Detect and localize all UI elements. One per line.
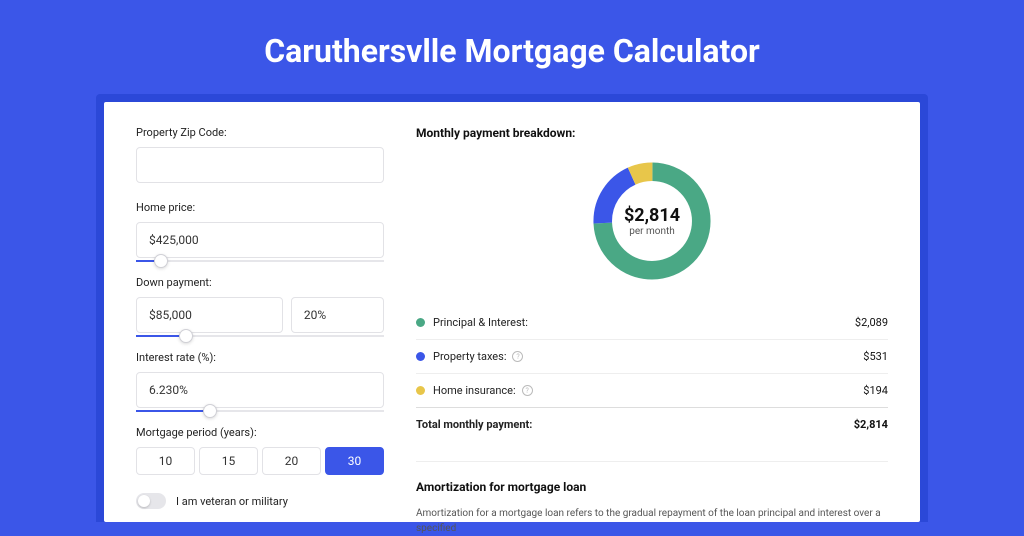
veteran-toggle-knob — [138, 495, 150, 507]
breakdown-title: Monthly payment breakdown: — [416, 126, 888, 140]
breakdown-item-amount: $194 — [863, 384, 888, 397]
price-slider-thumb[interactable] — [154, 254, 168, 268]
zip-field: Property Zip Code: — [136, 126, 384, 183]
page-title: Caruthersvlle Mortgage Calculator — [0, 0, 1024, 94]
down-amount-input[interactable] — [136, 297, 283, 333]
info-icon[interactable]: ? — [512, 351, 523, 362]
yellow-dot-icon — [416, 386, 425, 395]
breakdown-item-label: Property taxes:? — [433, 350, 863, 363]
rate-label: Interest rate (%): — [136, 351, 384, 364]
blue-dot-icon — [416, 352, 425, 361]
down-slider-thumb[interactable] — [179, 329, 193, 343]
breakdown-line: Principal & Interest:$2,089 — [416, 306, 888, 339]
calculator-card: Property Zip Code: Home price: Down paym… — [104, 102, 920, 522]
donut-center-value: $2,814 — [624, 205, 680, 226]
rate-field: Interest rate (%): — [136, 351, 384, 408]
down-field: Down payment: — [136, 276, 384, 333]
zip-input[interactable] — [136, 147, 384, 183]
breakdown-item-label: Principal & Interest: — [433, 316, 855, 329]
period-button-10[interactable]: 10 — [136, 447, 195, 475]
amortization-title: Amortization for mortgage loan — [416, 480, 888, 494]
down-slider[interactable] — [136, 335, 384, 337]
breakdown-item-label: Home insurance:? — [433, 384, 863, 397]
price-slider[interactable] — [136, 260, 384, 262]
donut-center-sub: per month — [629, 226, 675, 237]
price-label: Home price: — [136, 201, 384, 214]
veteran-label: I am veteran or military — [176, 495, 288, 508]
period-button-20[interactable]: 20 — [262, 447, 321, 475]
zip-label: Property Zip Code: — [136, 126, 384, 139]
total-amount: $2,814 — [854, 418, 888, 431]
period-button-30[interactable]: 30 — [325, 447, 384, 475]
amortization-body: Amortization for a mortgage loan refers … — [416, 506, 888, 536]
breakdown-column: Monthly payment breakdown: $2,814 per mo… — [416, 126, 888, 522]
amortization-section: Amortization for mortgage loan Amortizat… — [416, 461, 888, 536]
breakdown-line: Home insurance:?$194 — [416, 373, 888, 407]
rate-slider[interactable] — [136, 410, 384, 412]
price-input[interactable] — [136, 222, 384, 258]
rate-input[interactable] — [136, 372, 384, 408]
down-pct-input[interactable] — [291, 297, 384, 333]
veteran-toggle[interactable] — [136, 493, 166, 509]
price-field: Home price: — [136, 201, 384, 258]
period-field: Mortgage period (years): 10152030 — [136, 426, 384, 475]
card-outer: Property Zip Code: Home price: Down paym… — [96, 94, 928, 522]
total-line: Total monthly payment: $2,814 — [416, 407, 888, 441]
total-label: Total monthly payment: — [416, 418, 854, 431]
info-icon[interactable]: ? — [522, 385, 533, 396]
breakdown-item-amount: $531 — [863, 350, 888, 363]
rate-slider-thumb[interactable] — [203, 404, 217, 418]
breakdown-line: Property taxes:?$531 — [416, 339, 888, 373]
breakdown-item-amount: $2,089 — [855, 316, 888, 329]
payment-donut-chart: $2,814 per month — [587, 156, 717, 286]
form-column: Property Zip Code: Home price: Down paym… — [136, 126, 384, 522]
green-dot-icon — [416, 318, 425, 327]
down-label: Down payment: — [136, 276, 384, 289]
period-button-15[interactable]: 15 — [199, 447, 258, 475]
veteran-row: I am veteran or military — [136, 493, 384, 509]
period-label: Mortgage period (years): — [136, 426, 384, 439]
donut-container: $2,814 per month — [416, 156, 888, 286]
